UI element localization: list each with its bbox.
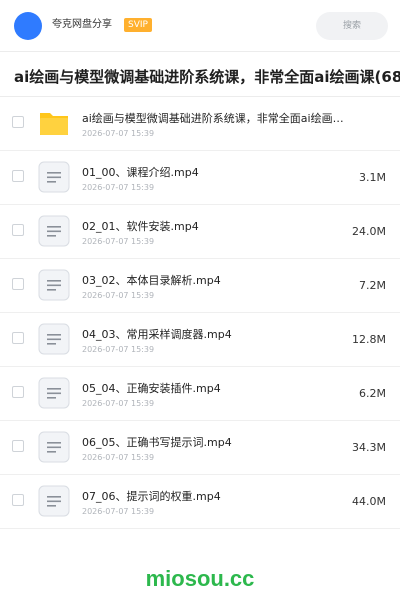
file-date: 2026-07-07 15:39 bbox=[82, 345, 155, 354]
file-date: 2026-07-07 15:39 bbox=[82, 453, 155, 462]
file-row[interactable]: 05_04、正确安装插件.mp4 2026-07-07 15:39 6.2M bbox=[0, 367, 400, 421]
row-checkbox[interactable] bbox=[12, 440, 24, 452]
row-checkbox[interactable] bbox=[12, 386, 24, 398]
file-size: 6.2M bbox=[359, 387, 386, 400]
avatar[interactable] bbox=[14, 12, 42, 40]
document-icon bbox=[38, 269, 70, 301]
file-row[interactable]: 06_05、正确书写提示词.mp4 2026-07-07 15:39 34.3M bbox=[0, 421, 400, 475]
search-button[interactable]: 搜索 bbox=[316, 12, 388, 40]
file-name: 05_04、正确安装插件.mp4 bbox=[82, 382, 221, 395]
file-row[interactable]: 03_02、本体目录解析.mp4 2026-07-07 15:39 7.2M bbox=[0, 259, 400, 313]
file-size: 24.0M bbox=[352, 225, 386, 238]
file-name: 04_03、常用采样调度器.mp4 bbox=[82, 328, 232, 341]
file-name: 01_00、课程介绍.mp4 bbox=[82, 166, 199, 179]
file-row[interactable]: 01_00、课程介绍.mp4 2026-07-07 15:39 3.1M bbox=[0, 151, 400, 205]
top-bar: 夸克网盘分享 SVIP 搜索 bbox=[0, 0, 400, 52]
file-row[interactable]: 02_01、软件安装.mp4 2026-07-07 15:39 24.0M bbox=[0, 205, 400, 259]
folder-icon bbox=[38, 107, 70, 139]
document-icon bbox=[38, 431, 70, 463]
file-size: 3.1M bbox=[359, 171, 386, 184]
document-icon bbox=[38, 323, 70, 355]
share-owner-name: 夸克网盘分享 bbox=[52, 19, 112, 30]
page-title: ai绘画与模型微调基础进阶系统课，非常全面ai绘画课(68节 bbox=[14, 68, 400, 86]
file-size: 12.8M bbox=[352, 333, 386, 346]
file-name: ai绘画与模型微调基础进阶系统课，非常全面ai绘画… bbox=[82, 112, 344, 125]
file-date: 2026-07-07 15:39 bbox=[82, 291, 155, 300]
file-size: 7.2M bbox=[359, 279, 386, 292]
file-date: 2026-07-07 15:39 bbox=[82, 399, 155, 408]
file-row[interactable]: 07_06、提示词的权重.mp4 2026-07-07 15:39 44.0M bbox=[0, 475, 400, 529]
file-row[interactable]: 04_03、常用采样调度器.mp4 2026-07-07 15:39 12.8M bbox=[0, 313, 400, 367]
file-list: ai绘画与模型微调基础进阶系统课，非常全面ai绘画… 2026-07-07 15:… bbox=[0, 97, 400, 529]
file-date: 2026-07-07 15:39 bbox=[82, 183, 155, 192]
file-name: 07_06、提示词的权重.mp4 bbox=[82, 490, 221, 503]
document-icon bbox=[38, 161, 70, 193]
file-date: 2026-07-07 15:39 bbox=[82, 129, 155, 138]
file-size: 34.3M bbox=[352, 441, 386, 454]
document-icon bbox=[38, 215, 70, 247]
row-checkbox[interactable] bbox=[12, 116, 24, 128]
row-checkbox[interactable] bbox=[12, 494, 24, 506]
file-size: 44.0M bbox=[352, 495, 386, 508]
row-checkbox[interactable] bbox=[12, 224, 24, 236]
file-name: 02_01、软件安装.mp4 bbox=[82, 220, 199, 233]
document-icon bbox=[38, 377, 70, 409]
folder-row[interactable]: ai绘画与模型微调基础进阶系统课，非常全面ai绘画… 2026-07-07 15:… bbox=[0, 97, 400, 151]
file-date: 2026-07-07 15:39 bbox=[82, 507, 155, 516]
file-date: 2026-07-07 15:39 bbox=[82, 237, 155, 246]
row-checkbox[interactable] bbox=[12, 278, 24, 290]
watermark-brand: miosou.cc bbox=[145, 566, 255, 591]
document-icon bbox=[38, 485, 70, 517]
row-checkbox[interactable] bbox=[12, 332, 24, 344]
svip-badge: SVIP bbox=[124, 18, 152, 32]
file-name: 06_05、正确书写提示词.mp4 bbox=[82, 436, 232, 449]
file-name: 03_02、本体目录解析.mp4 bbox=[82, 274, 221, 287]
row-checkbox[interactable] bbox=[12, 170, 24, 182]
